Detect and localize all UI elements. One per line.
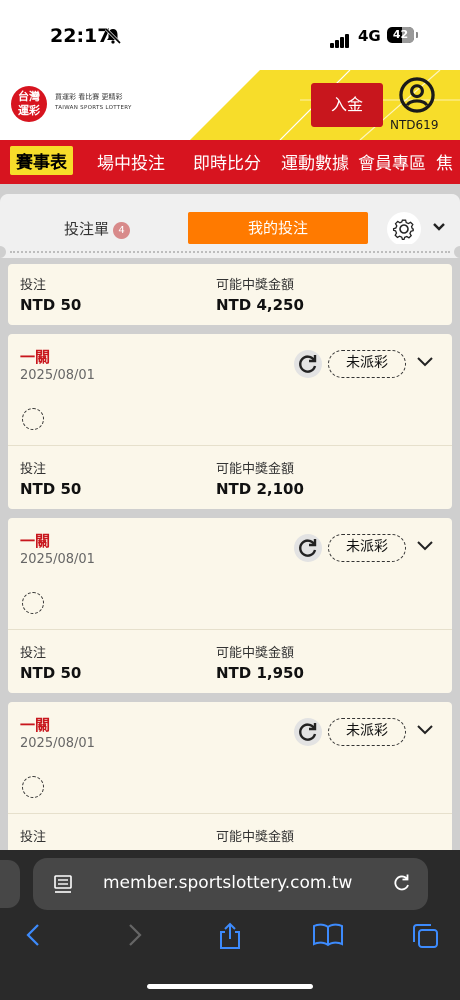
bet-type: 一關 [20,532,51,550]
share-icon[interactable] [216,922,244,950]
payout-label: 可能中獎金額 [216,278,295,293]
home-indicator[interactable] [147,984,313,989]
chevron-down-icon[interactable] [432,222,446,232]
bet-date: 2025/08/01 [20,368,95,383]
tab-bet-slip[interactable]: 投注單 4 [64,218,131,239]
main-nav: 賽事表 場中投注 即時比分 運動數據 會員專區 焦 [0,140,460,184]
loading-spinner-icon [22,776,44,798]
page-menu-icon[interactable] [53,874,73,894]
loading-spinner-icon [22,408,44,430]
bet-amount-label: 投注 [20,830,47,845]
refresh-button[interactable] [294,534,322,562]
divider [0,244,460,258]
bookmarks-icon[interactable] [312,922,344,948]
chevron-down-icon[interactable] [415,724,435,736]
url-text: member.sportslottery.com.tw [103,873,353,893]
bet-card[interactable]: 一關 2025/08/01 未派彩 投注 NTD 50 可能中獎金額 NTD 1… [8,518,452,693]
bet-amount-value: NTD 50 [20,664,82,682]
bets-panel: 投注單 4 我的投注 投注 NTD 50 可能中獎金額 NTD 4,250 一關 … [0,184,460,850]
silent-bell-icon [104,27,122,45]
battery-level: 42 [392,28,409,41]
nav-item-sports-data[interactable]: 運動數據 [281,149,349,174]
nav-item-live-betting[interactable]: 場中投注 [97,149,165,174]
status-badge: 未派彩 [328,534,406,562]
bet-amount-value: NTD 50 [20,296,82,314]
bet-type: 一關 [20,716,51,734]
browser-toolbar: member.sportslottery.com.tw [0,850,460,1000]
payout-label: 可能中獎金額 [216,646,295,661]
payout-value: NTD 2,100 [216,480,304,498]
nav-item-focus[interactable]: 焦 [436,149,453,174]
bet-card[interactable]: 一關 2025/08/01 未派彩 投注 可能中獎金額 [8,702,452,850]
logo-tagline: 買運彩 看比賽 更精彩 TAIWAN SPORTS LOTTERY [55,93,132,111]
address-bar[interactable]: member.sportslottery.com.tw [33,858,428,910]
logo[interactable]: 台灣 運彩 [11,86,47,122]
bet-amount-label: 投注 [20,278,47,293]
refresh-button[interactable] [294,718,322,746]
back-icon[interactable] [22,922,46,948]
nav-item-schedule[interactable]: 賽事表 [10,146,73,175]
tabs-icon[interactable] [410,922,440,950]
refresh-icon [299,723,317,741]
status-badge: 未派彩 [328,350,406,378]
reload-icon[interactable] [391,872,413,894]
refresh-icon [299,539,317,557]
previous-tab-stub[interactable] [0,860,20,908]
payout-value: NTD 4,250 [216,296,304,314]
nav-item-live-score[interactable]: 即時比分 [193,149,261,174]
status-time: 22:17 [50,25,111,47]
network-type: 4G [358,27,381,45]
settings-button[interactable] [387,212,421,246]
bet-amount-label: 投注 [20,646,47,661]
slip-count-badge: 4 [113,222,131,239]
payout-value: NTD 1,950 [216,664,304,682]
status-badge: 未派彩 [328,718,406,746]
account-balance[interactable]: NTD619 [390,118,438,132]
signal-icon [330,29,350,48]
bet-card[interactable]: 一關 2025/08/01 未派彩 投注 NTD 50 可能中獎金額 NTD 2… [8,334,452,509]
refresh-button[interactable] [294,350,322,378]
bet-card[interactable]: 投注 NTD 50 可能中獎金額 NTD 4,250 [8,264,452,325]
battery-icon: 42 [387,27,418,43]
bet-amount-label: 投注 [20,462,47,477]
bet-date: 2025/08/01 [20,552,95,567]
payout-label: 可能中獎金額 [216,462,295,477]
site-header: 台灣 運彩 買運彩 看比賽 更精彩 TAIWAN SPORTS LOTTERY 入… [0,70,460,140]
refresh-icon [299,355,317,373]
chevron-down-icon[interactable] [415,356,435,368]
gear-icon [392,219,414,241]
forward-icon[interactable] [122,922,146,948]
tab-my-bets[interactable]: 我的投注 [188,212,368,244]
status-bar: 22:17 4G 42 [0,0,460,70]
bet-date: 2025/08/01 [20,736,95,751]
deposit-button[interactable]: 入金 [311,83,383,127]
bet-type: 一關 [20,348,51,366]
payout-label: 可能中獎金額 [216,830,295,845]
bet-amount-value: NTD 50 [20,480,82,498]
chevron-down-icon[interactable] [415,540,435,552]
nav-item-member-area[interactable]: 會員專區 [358,149,426,174]
user-account-icon[interactable] [399,77,435,113]
loading-spinner-icon [22,592,44,614]
